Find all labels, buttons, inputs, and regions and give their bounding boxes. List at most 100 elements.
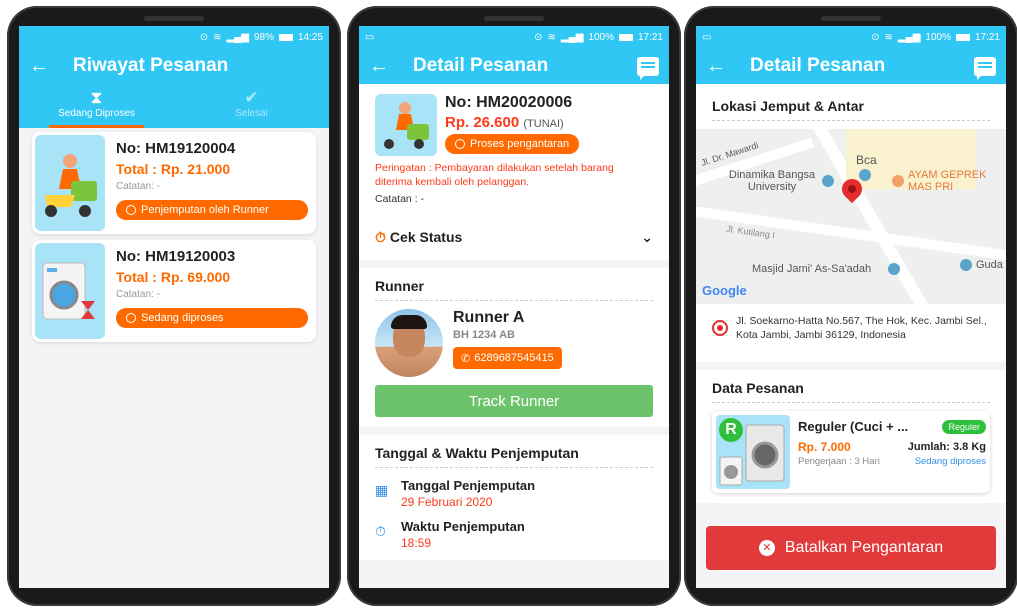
timer-icon xyxy=(126,313,136,323)
order-number: No: HM19120003 xyxy=(116,248,236,265)
back-arrow-icon[interactable]: ← xyxy=(706,55,738,78)
pickup-section: Tanggal & Waktu Penjemputan ▦ Tanggal Pe… xyxy=(359,435,669,561)
map-poi-label: AYAM GEPREK MAS PRI xyxy=(908,169,987,193)
camera-slot xyxy=(484,16,544,21)
camera-slot xyxy=(144,16,204,21)
map-poi-label: Bca xyxy=(856,153,877,167)
item-badge: Reguler xyxy=(942,419,986,434)
status-label: Proses pengantaran xyxy=(470,138,570,150)
bank-pin-icon xyxy=(859,169,871,181)
signal-icon: ▂▄▆ xyxy=(226,31,249,43)
order-item-card[interactable]: R Reguler (Cuci + ... Reguler Rp. 7.000 … xyxy=(712,411,990,494)
section-title: Tanggal & Waktu Penjemputan xyxy=(375,445,653,469)
screen-history: ⊙ ≋ ▂▄▆ 98% 14:25 ← Riwayat Pesanan ⧗ Se… xyxy=(19,26,329,588)
pickup-time-label: Waktu Penjemputan xyxy=(401,519,525,535)
battery-icon xyxy=(278,33,293,41)
order-status-pill: Sedang diproses xyxy=(116,308,308,328)
camera-slot xyxy=(821,16,881,21)
track-runner-button[interactable]: Track Runner xyxy=(375,385,653,418)
order-status-pill: Proses pengantaran xyxy=(445,134,580,154)
wifi-icon: ≋ xyxy=(213,31,222,43)
status-label: Penjemputan oleh Runner xyxy=(141,204,269,216)
washing-machine-icon xyxy=(35,243,105,339)
item-name: Reguler (Cuci + ... xyxy=(798,419,909,435)
runner-plate: BH 1234 AB xyxy=(453,329,515,342)
battery-percent: 98% xyxy=(253,31,274,43)
clock: 17:21 xyxy=(637,31,663,43)
battery-icon xyxy=(618,33,633,41)
location-section: Lokasi Jemput & Antar Jl. Dr. Mawardi Di… xyxy=(696,84,1006,363)
page-title: Detail Pesanan xyxy=(750,55,886,76)
google-logo: Google xyxy=(702,283,747,298)
wifi-icon: ≋ xyxy=(547,31,556,43)
courier-illustration xyxy=(384,102,429,149)
status-bar: ▭ ⊙ ≋ ▂▄▆ 100% 17:21 xyxy=(696,26,1006,48)
chat-icon[interactable] xyxy=(974,56,996,80)
tab-in-progress[interactable]: ⧗ Sedang Diproses xyxy=(19,84,174,128)
status-bar: ⊙ ≋ ▂▄▆ 98% 14:25 xyxy=(19,26,329,48)
order-total: Total : Rp. 21.000 xyxy=(116,161,231,177)
page-title: Riwayat Pesanan xyxy=(73,55,229,76)
payment-method: (TUNAI) xyxy=(523,118,564,130)
section-title: Runner xyxy=(375,278,653,302)
item-duration: Pengerjaan : 3 Hari xyxy=(798,456,880,468)
wifi-icon: ≋ xyxy=(884,31,893,43)
order-data-section: Data Pesanan R Reguler (Cuci + ... Regul… xyxy=(696,370,1006,504)
calendar-icon: ▦ xyxy=(375,482,389,499)
order-note: Catatan: - xyxy=(116,289,160,300)
stage: ⊙ ≋ ▂▄▆ 98% 14:25 ← Riwayat Pesanan ⧗ Se… xyxy=(0,0,1017,608)
status-label: Sedang diproses xyxy=(141,312,224,324)
app-bar: ← Detail Pesanan xyxy=(696,48,1006,84)
price-value: Rp. 26.600 xyxy=(445,114,520,131)
location-icon: ⊙ xyxy=(871,31,880,43)
pickup-date: 29 Februari 2020 xyxy=(401,495,493,510)
map-poi-label: Dinamika Bangsa University xyxy=(728,169,816,193)
cek-status-label: Cek Status xyxy=(389,229,463,246)
clock: 17:21 xyxy=(974,31,1000,43)
restaurant-pin-icon xyxy=(892,175,904,187)
item-quantity: Jumlah: 3.8 Kg xyxy=(907,441,986,454)
university-pin-icon xyxy=(822,175,834,187)
back-arrow-icon[interactable]: ← xyxy=(369,55,401,78)
page-title: Detail Pesanan xyxy=(413,55,549,76)
item-price: Rp. 7.000 xyxy=(798,440,851,455)
location-icon: ⊙ xyxy=(534,31,543,43)
timer-icon xyxy=(126,205,136,215)
order-number: No: HM20020006 xyxy=(445,94,573,111)
tab-bar: ⧗ Sedang Diproses ✔ Selesai xyxy=(19,84,329,128)
target-location-icon xyxy=(712,320,728,337)
back-arrow-icon[interactable]: ← xyxy=(29,55,61,78)
runner-name: Runner A xyxy=(453,309,525,327)
order-card[interactable]: No: HM19120004 Total : Rp. 21.000 Catata… xyxy=(32,132,316,234)
washer-illustration xyxy=(42,262,95,320)
order-status-pill: Penjemputan oleh Runner xyxy=(116,200,308,220)
cancel-label: Batalkan Pengantaran xyxy=(784,539,944,556)
tab-done[interactable]: ✔ Selesai xyxy=(174,84,329,128)
stopwatch-icon: ⏱ xyxy=(375,523,386,540)
runner-phone: 6289687545415 xyxy=(474,352,554,365)
order-number: No: HM19120004 xyxy=(116,140,236,157)
courier-scooter-icon xyxy=(375,94,437,156)
chevron-down-icon: ⌄ xyxy=(641,229,653,246)
cancel-delivery-button[interactable]: ✕ Batalkan Pengantaran xyxy=(706,526,996,570)
cek-status-row[interactable]: ⏱ Cek Status ⌄ xyxy=(359,215,669,261)
location-icon: ⊙ xyxy=(199,31,209,43)
address-text: Jl. Soekarno-Hatta No.567, The Hok, Kec.… xyxy=(736,315,987,342)
address-row: Jl. Soekarno-Hatta No.567, The Hok, Kec.… xyxy=(712,304,990,352)
call-runner-button[interactable]: ✆ 6289687545415 xyxy=(453,347,562,370)
phone-2: ▭ ⊙ ≋ ▂▄▆ 100% 17:21 ← Detail Pesanan No… xyxy=(347,6,681,606)
chat-icon[interactable] xyxy=(637,56,659,80)
screen-order-detail: ▭ ⊙ ≋ ▂▄▆ 100% 17:21 ← Detail Pesanan No… xyxy=(359,26,669,588)
order-total: Total : Rp. 69.000 xyxy=(116,269,231,285)
map-poi-label: Masjid Jami' As-Sa'adah xyxy=(752,263,872,275)
app-bar: ← Riwayat Pesanan xyxy=(19,48,329,84)
mosque-pin-icon xyxy=(888,263,900,275)
order-card[interactable]: No: HM19120003 Total : Rp. 69.000 Catata… xyxy=(32,240,316,342)
close-circle-icon: ✕ xyxy=(758,540,775,556)
check-circle-icon: ✔ xyxy=(244,88,259,107)
courier-scooter-icon xyxy=(35,135,105,231)
screen-order-location: ▭ ⊙ ≋ ▂▄▆ 100% 17:21 ← Detail Pesanan Lo… xyxy=(696,26,1006,588)
section-title: Data Pesanan xyxy=(712,380,990,404)
map-view[interactable]: Jl. Dr. Mawardi Dinamika Bangsa Universi… xyxy=(696,129,1006,304)
map-poi-label: Guda xyxy=(976,259,1003,271)
